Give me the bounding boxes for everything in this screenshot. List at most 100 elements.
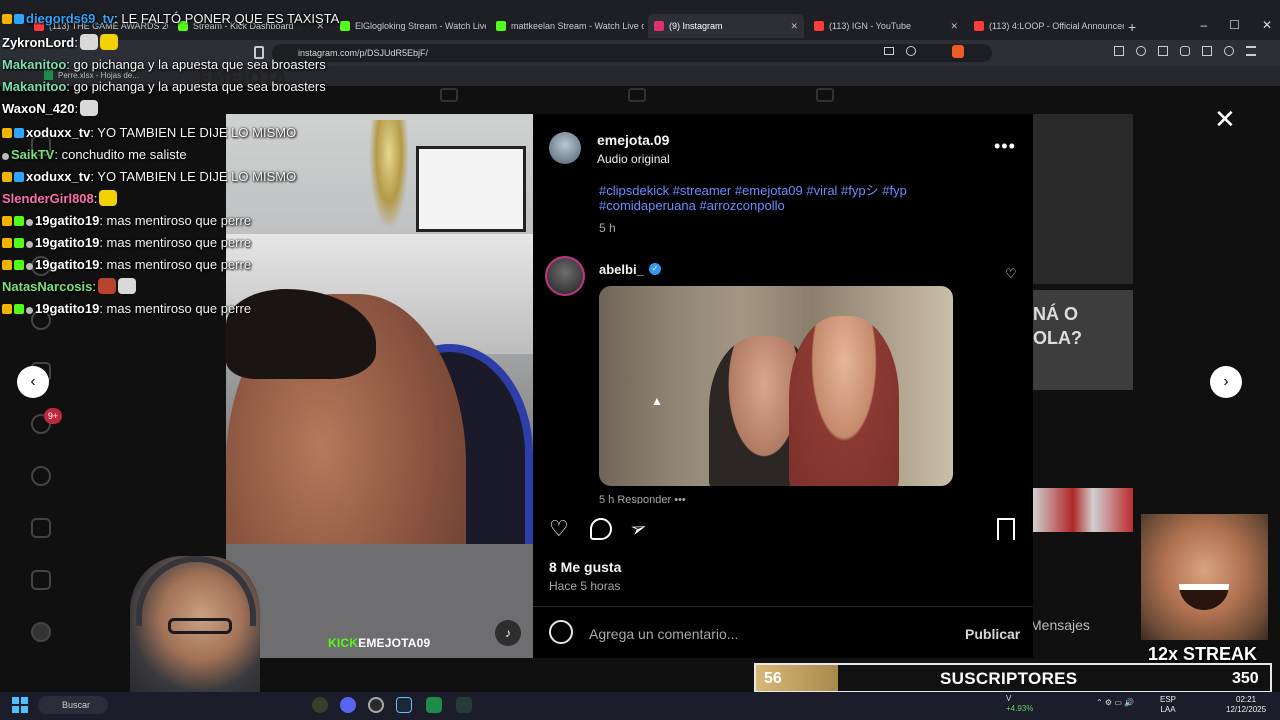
chat-text: : go pichanga y la apuesta que sea broas…: [66, 79, 326, 94]
chat-badge-icon: [14, 172, 24, 182]
discord-icon[interactable]: [340, 697, 356, 713]
tab-label: (113) IGN - YouTube: [829, 21, 912, 31]
comment-like-heart-icon[interactable]: ♡: [1005, 266, 1017, 282]
like-heart-icon[interactable]: ♡: [549, 516, 569, 542]
windows-start-icon[interactable]: [12, 697, 28, 713]
chat-badge-icon: [2, 128, 12, 138]
system-tray[interactable]: ⌃ ⚙ ▭ 🔊: [1096, 698, 1134, 707]
maximize-button[interactable]: ☐: [1229, 18, 1240, 32]
chat-username[interactable]: xoduxx_tv: [26, 169, 90, 184]
taskbar-app-icon[interactable]: [456, 697, 472, 713]
browser-tab[interactable]: (113) 4:LOOP - Official Announcem✕: [968, 14, 1124, 38]
more-options-icon[interactable]: •••: [994, 136, 1016, 157]
vpn-icon[interactable]: [1224, 46, 1234, 56]
post-owner[interactable]: emejota.09: [597, 132, 669, 148]
chat-username[interactable]: xoduxx_tv: [26, 125, 90, 140]
comment-input[interactable]: Agrega un comentario...: [589, 626, 738, 642]
chat-message: xoduxx_tv: YO TAMBIEN LE DIJE LO MISMO: [2, 166, 296, 188]
next-post-button[interactable]: ›: [1210, 366, 1242, 398]
audio-label[interactable]: Audio original: [597, 152, 670, 166]
browser-tab[interactable]: (113) IGN - YouTube ✕: [808, 14, 964, 38]
zoom-icon[interactable]: [906, 46, 916, 56]
browser-tab[interactable]: mattkeelan Stream - Watch Live on✕: [490, 14, 644, 38]
chat-username[interactable]: 19gatito19: [35, 301, 99, 316]
sidebar-icon[interactable]: [1114, 46, 1124, 56]
comment-gif[interactable]: ▲: [599, 286, 953, 486]
taskbar-search[interactable]: Buscar: [38, 696, 108, 714]
browser-tab[interactable]: ElGlogloking Stream - Watch Live o✕: [334, 14, 486, 38]
chat-username[interactable]: Makanitoo: [2, 79, 66, 94]
chat-text: :: [74, 101, 79, 116]
brave-shields-icon[interactable]: [952, 45, 964, 58]
create-icon[interactable]: [31, 518, 51, 538]
grid-icon[interactable]: [440, 88, 458, 102]
caption-hashtags[interactable]: #comidaperuana #arrozconpollo: [599, 198, 785, 213]
chat-username[interactable]: NatasNarcosis: [2, 279, 92, 294]
new-tab-button[interactable]: +: [1128, 19, 1136, 35]
window-controls: – ☐ ✕: [1200, 18, 1272, 32]
background-thumbnail: [1033, 114, 1133, 284]
likes-count[interactable]: 8 Me gusta: [549, 559, 621, 575]
tagged-icon[interactable]: [816, 88, 834, 102]
stock-widget[interactable]: V +4.93%: [1006, 694, 1033, 714]
tab-close-icon[interactable]: ✕: [784, 21, 798, 32]
comment-icon[interactable]: [590, 518, 612, 540]
caption-hashtags[interactable]: #clipsdekick #streamer #emejota09 #viral…: [599, 180, 907, 199]
extensions-icon[interactable]: [1158, 46, 1168, 56]
lang-layout: LAA: [1160, 705, 1176, 714]
chat-username[interactable]: 19gatito19: [35, 213, 99, 228]
chat-message: WaxoN_420:: [2, 98, 99, 120]
tab-close-icon[interactable]: ✕: [944, 21, 958, 32]
menu-icon[interactable]: [1246, 46, 1256, 56]
chat-badge-icon: [14, 128, 24, 138]
minimize-button[interactable]: –: [1200, 18, 1207, 32]
chat-username[interactable]: SlenderGirl808: [2, 191, 94, 206]
browser-tab[interactable]: (9) Instagram ✕: [648, 14, 804, 38]
publish-button[interactable]: Publicar: [965, 626, 1020, 642]
volume-icon[interactable]: ♪: [495, 620, 521, 646]
chat-emote-icon: [79, 34, 98, 50]
video-trophy: [369, 120, 409, 230]
post-video[interactable]: [226, 114, 533, 658]
chat-username[interactable]: WaxoN_420: [2, 101, 75, 116]
chat-badge-icon: [26, 219, 33, 226]
comment-meta[interactable]: 5 h Responder •••: [599, 494, 686, 504]
close-modal-icon[interactable]: ✕: [1214, 104, 1236, 135]
language-indicator[interactable]: ESP LAA: [1160, 695, 1176, 715]
chat-emote-icon: [99, 34, 118, 50]
taskbar-app-icon[interactable]: [312, 697, 328, 713]
steam-icon[interactable]: [396, 697, 412, 713]
cast-icon[interactable]: [884, 47, 894, 55]
chat-username[interactable]: Makanitoo: [2, 57, 66, 72]
chat-username[interactable]: diegords69_tv: [26, 11, 114, 26]
obs-icon[interactable]: [368, 697, 384, 713]
profile-avatar-icon[interactable]: [31, 622, 51, 642]
owner-avatar[interactable]: [549, 132, 581, 164]
chat-emote-icon: [117, 278, 136, 294]
clock[interactable]: 02:21 12/12/2025: [1226, 695, 1266, 715]
chat-badge-icon: [2, 14, 12, 24]
commenter-username[interactable]: abelbi_: [599, 262, 644, 277]
media-icon[interactable]: [1136, 46, 1146, 56]
reels-icon[interactable]: [628, 88, 646, 102]
save-bookmark-icon[interactable]: [997, 518, 1015, 540]
tab-label: ElGlogloking Stream - Watch Live o: [355, 21, 486, 31]
notifications-heart-icon[interactable]: [31, 466, 51, 486]
chat-username[interactable]: SaikTV: [11, 147, 54, 162]
wallet-icon[interactable]: [1180, 46, 1190, 56]
subscriber-goal: 350: [1232, 670, 1259, 687]
kick-app-icon[interactable]: [426, 697, 442, 713]
chat-badge-icon: [14, 304, 24, 314]
chat-username[interactable]: 19gatito19: [35, 235, 99, 250]
chat-username[interactable]: 19gatito19: [35, 257, 99, 272]
close-window-button[interactable]: ✕: [1262, 18, 1272, 32]
leo-icon[interactable]: [1202, 46, 1212, 56]
subscriber-count: 56: [764, 670, 782, 687]
emoji-icon[interactable]: [549, 620, 573, 644]
dashboard-icon[interactable]: [31, 570, 51, 590]
commenter-avatar[interactable]: [545, 256, 585, 296]
chat-badge-icon: [14, 216, 24, 226]
messages-button[interactable]: Mensajes: [1030, 617, 1090, 633]
previous-post-button[interactable]: ‹: [17, 366, 49, 398]
chat-username[interactable]: ZykronLord: [2, 35, 74, 50]
